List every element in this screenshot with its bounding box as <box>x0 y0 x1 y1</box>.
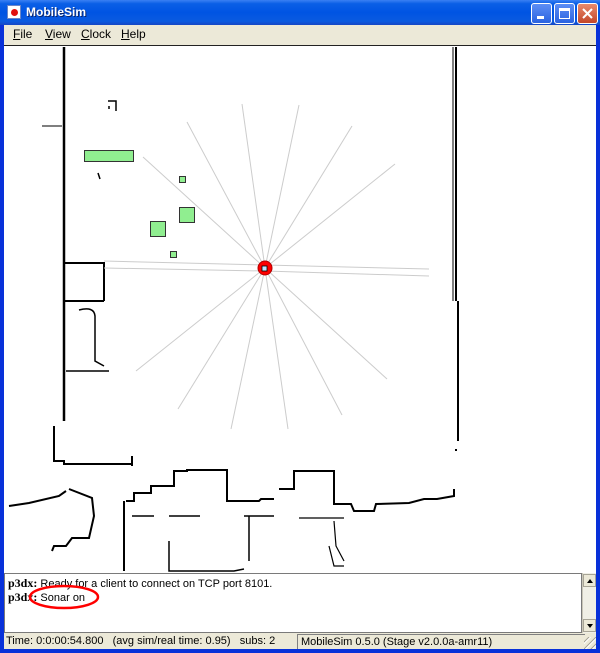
status-sim-info: Time: 0:0:00:54.800 (avg sim/real time: … <box>6 634 296 649</box>
app-icon <box>7 5 21 19</box>
scroll-up-button[interactable] <box>583 574 596 587</box>
status-version: MobileSim 0.5.0 (Stage v2.0.0a-amr11) <box>297 634 585 649</box>
sonar-ray <box>230 267 266 430</box>
pillar-top <box>108 100 117 111</box>
sonar-ray <box>264 267 343 416</box>
sonar-ray <box>135 267 266 372</box>
pillar-mid <box>97 172 101 180</box>
sonar-ray <box>264 267 388 380</box>
menu-help-accel: H <box>121 27 130 41</box>
message-log[interactable]: p3dx: Ready for a client to connect on T… <box>4 573 582 633</box>
simulation-map[interactable] <box>4 45 596 573</box>
status-bar: Time: 0:0:00:54.800 (avg sim/real time: … <box>4 633 596 649</box>
sonar-ray <box>264 264 430 270</box>
log-scrollbar[interactable] <box>582 573 596 633</box>
highlight-ellipse <box>28 584 100 610</box>
sonar-ray <box>103 260 266 266</box>
menu-view-rest: iew <box>52 27 71 41</box>
window-title: MobileSim <box>26 5 87 19</box>
menu-file-rest: ile <box>20 27 33 41</box>
status-time: Time: 0:0:00:54.800 <box>6 635 104 647</box>
sonar-ray <box>264 163 396 269</box>
menu-bar: File View Clock Help <box>4 25 596 44</box>
wall-right <box>455 47 459 441</box>
obstacle-box <box>170 251 177 258</box>
sonar-ray <box>177 267 266 410</box>
sonar-ray <box>264 270 430 277</box>
map-svg[interactable] <box>4 46 596 573</box>
wall-lower-room <box>132 515 274 572</box>
sonar-ray <box>241 103 266 269</box>
menu-clock-rest: lock <box>89 27 112 41</box>
maximize-icon <box>559 8 570 19</box>
menu-help[interactable]: Help <box>121 27 146 41</box>
menu-clock-accel: C <box>81 27 90 41</box>
obstacles <box>84 150 195 258</box>
maximize-button[interactable] <box>554 3 575 24</box>
sonar-ray <box>142 156 266 269</box>
close-button[interactable] <box>577 3 598 24</box>
robot-sensor-icon <box>261 265 268 272</box>
sonar-ray <box>264 125 353 269</box>
mobilesim-window: MobileSim File View Clock Help p3dx: Rea… <box>0 0 600 653</box>
title-bar[interactable]: MobileSim <box>0 0 600 25</box>
minimize-button[interactable] <box>531 3 552 24</box>
menu-view-accel: V <box>45 27 53 41</box>
obstacle-box <box>179 176 186 183</box>
wall-cluster <box>53 426 133 466</box>
menu-clock[interactable]: Clock <box>81 27 111 41</box>
close-icon <box>582 8 593 19</box>
status-subs: subs: 2 <box>239 635 276 647</box>
room-mid-left <box>66 308 109 372</box>
room-upper-left <box>64 262 105 302</box>
menu-view[interactable]: View <box>45 27 71 41</box>
obstacle-box <box>84 150 134 162</box>
wall-lower-right <box>299 517 345 567</box>
menu-help-rest: elp <box>129 27 146 41</box>
scroll-down-button[interactable] <box>583 619 596 632</box>
wall-lower-left <box>8 488 96 552</box>
robot-p3dx[interactable] <box>257 260 273 276</box>
wall-lower-mid <box>123 449 457 571</box>
minimize-icon <box>537 16 544 19</box>
obstacle-box <box>179 207 195 223</box>
obstacle-box <box>150 221 166 237</box>
map-walls <box>8 47 459 572</box>
sonar-ray <box>103 267 266 272</box>
sonar-ray <box>264 267 289 430</box>
resize-grip[interactable] <box>584 637 596 649</box>
sonar-ray <box>186 121 266 269</box>
status-avg: (avg sim/real time: 0.95) <box>112 635 231 647</box>
sonar-ray <box>264 104 300 269</box>
menu-file[interactable]: File <box>13 27 32 41</box>
